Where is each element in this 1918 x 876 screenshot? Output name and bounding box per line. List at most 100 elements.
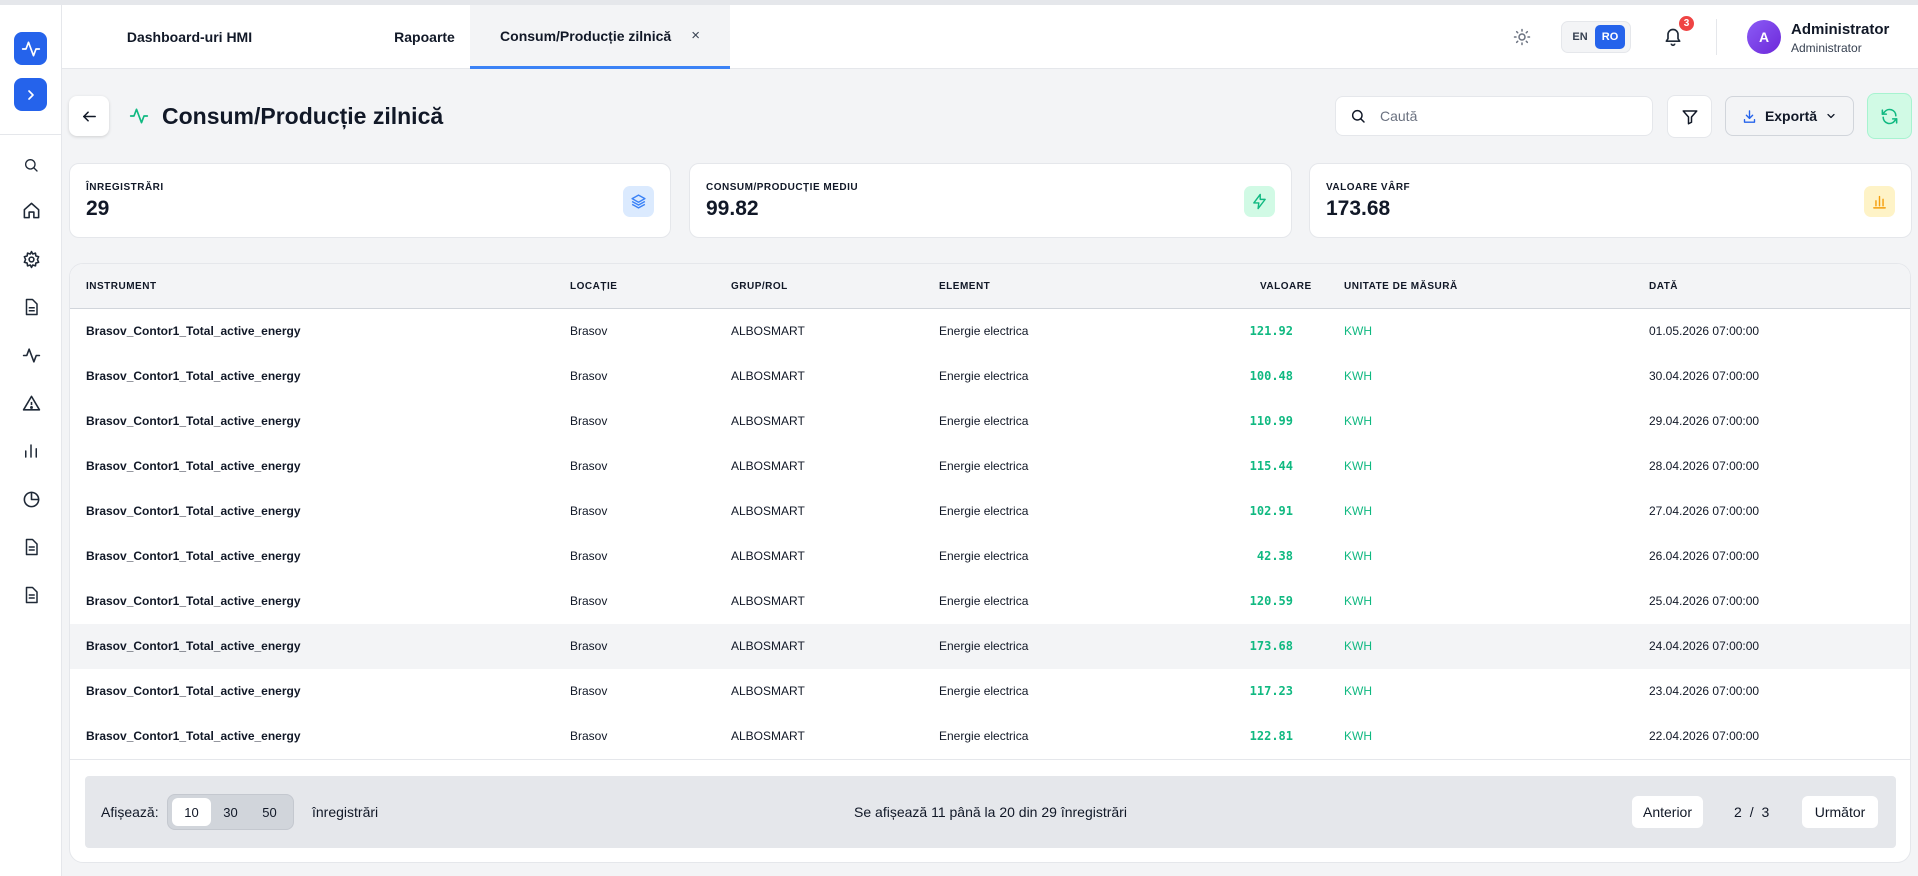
sun-icon <box>1513 28 1531 46</box>
stat-card-records: Înregistrări 29 <box>69 163 671 238</box>
previous-page-button[interactable]: Anterior <box>1631 795 1704 829</box>
bar-chart-icon <box>1864 186 1895 217</box>
cell-location: Brasov <box>570 684 608 698</box>
page-title: Consum/Producție zilnică <box>162 103 444 129</box>
notifications-button[interactable] <box>1662 26 1684 48</box>
header-divider <box>1716 19 1717 55</box>
search-icon <box>1351 109 1365 123</box>
sidebar-item-activity[interactable] <box>17 341 45 369</box>
cell-date: 25.04.2026 07:00:00 <box>1649 594 1760 608</box>
tab-dashboards[interactable]: Dashboard-uri HMI <box>62 5 317 69</box>
home-icon <box>23 202 39 218</box>
table-row[interactable]: Brasov_Contor1_Total_active_energy Brasov… <box>70 489 1910 534</box>
table-row[interactable]: Brasov_Contor1_Total_active_energy Brasov… <box>70 669 1910 714</box>
cell-group: ALBOSMART <box>731 639 805 653</box>
cell-instrument: Brasov_Contor1_Total_active_energy <box>86 504 301 518</box>
cell-element: Energie electrica <box>939 639 1029 653</box>
cell-location: Brasov <box>570 594 608 608</box>
sidebar-item-documents[interactable] <box>17 293 45 321</box>
back-button[interactable] <box>69 96 109 136</box>
avatar[interactable]: A <box>1747 20 1781 54</box>
cell-group: ALBOSMART <box>731 684 805 698</box>
app-logo[interactable] <box>14 32 47 65</box>
cell-value: 122.81 <box>1249 729 1293 743</box>
col-group[interactable]: Grup/Rol <box>731 281 788 292</box>
lang-en-button[interactable]: EN <box>1565 25 1595 49</box>
table-row[interactable]: Brasov_Contor1_Total_active_energy Brasov… <box>70 354 1910 399</box>
sidebar-item-reports-alt[interactable] <box>17 581 45 609</box>
pagination-bar: Afișează: 10 30 50 înregistrări Se afișe… <box>85 776 1896 848</box>
sidebar-item-pie-chart[interactable] <box>17 485 45 513</box>
cell-location: Brasov <box>570 639 608 653</box>
col-instrument[interactable]: Instrument <box>86 281 157 292</box>
col-element[interactable]: Element <box>939 281 990 292</box>
pie-chart-icon <box>23 491 39 507</box>
table-row[interactable]: Brasov_Contor1_Total_active_energy Brasov… <box>70 714 1910 759</box>
refresh-button[interactable] <box>1867 93 1912 139</box>
refresh-icon <box>1881 108 1898 124</box>
cell-date: 23.04.2026 07:00:00 <box>1649 684 1760 698</box>
sidebar-item-search[interactable] <box>17 151 45 179</box>
export-button[interactable]: Exportă <box>1725 96 1854 136</box>
col-location[interactable]: Locație <box>570 281 617 292</box>
sidebar-item-alerts[interactable] <box>17 389 45 417</box>
search-input[interactable] <box>1380 108 1620 124</box>
tab-label: Dashboard-uri HMI <box>126 29 253 45</box>
report-alt-icon <box>25 586 38 604</box>
sidebar-item-settings[interactable] <box>17 245 45 273</box>
cell-element: Energie electrica <box>939 459 1029 473</box>
stat-card-peak: Valoare vârf 173.68 <box>1309 163 1912 238</box>
col-value[interactable]: Valoare <box>1260 281 1312 292</box>
cell-group: ALBOSMART <box>731 549 805 563</box>
cell-group: ALBOSMART <box>731 594 805 608</box>
filter-icon <box>1682 109 1697 124</box>
tab-daily-consumption[interactable]: Consum/Producție zilnică × <box>470 5 730 69</box>
user-name: Administrator <box>1791 21 1890 38</box>
sidebar-item-home[interactable] <box>17 196 45 224</box>
pagination-info: Se afișează 11 până la 20 din 29 înregis… <box>854 804 1127 820</box>
cell-instrument: Brasov_Contor1_Total_active_energy <box>86 639 301 653</box>
stat-label: Valoare vârf <box>1326 182 1411 193</box>
col-unit[interactable]: Unitate de măsură <box>1344 281 1458 292</box>
col-date[interactable]: Dată <box>1649 281 1678 292</box>
cell-location: Brasov <box>570 324 608 338</box>
sidebar-item-charts[interactable] <box>17 437 45 465</box>
theme-toggle-button[interactable] <box>1512 27 1532 47</box>
table-row[interactable]: Brasov_Contor1_Total_active_energy Brasov… <box>70 399 1910 444</box>
expand-sidebar-button[interactable] <box>14 78 47 111</box>
filter-button[interactable] <box>1667 95 1712 138</box>
table-row[interactable]: Brasov_Contor1_Total_active_energy Brasov… <box>70 579 1910 624</box>
cell-instrument: Brasov_Contor1_Total_active_energy <box>86 414 301 428</box>
cell-value: 120.59 <box>1249 594 1293 608</box>
next-page-button[interactable]: Următor <box>1801 795 1879 829</box>
cell-unit: KWH <box>1344 549 1372 563</box>
cell-group: ALBOSMART <box>731 504 805 518</box>
activity-icon <box>22 347 40 363</box>
cell-group: ALBOSMART <box>731 729 805 743</box>
current-page: 2 <box>1734 804 1742 820</box>
cell-unit: KWH <box>1344 684 1372 698</box>
sidebar-divider <box>0 134 62 135</box>
cell-date: 26.04.2026 07:00:00 <box>1649 549 1760 563</box>
lang-ro-button[interactable]: RO <box>1595 25 1625 49</box>
export-label: Exportă <box>1764 108 1818 124</box>
cell-instrument: Brasov_Contor1_Total_active_energy <box>86 459 301 473</box>
activity-logo-icon <box>21 41 40 57</box>
cell-unit: KWH <box>1344 414 1372 428</box>
sidebar-item-reports[interactable] <box>17 533 45 561</box>
table-row[interactable]: Brasov_Contor1_Total_active_energy Brasov… <box>70 624 1910 669</box>
table-row[interactable]: Brasov_Contor1_Total_active_energy Brasov… <box>70 534 1910 579</box>
total-pages: 3 <box>1761 804 1770 820</box>
tab-label: Rapoarte <box>394 29 455 45</box>
table-row[interactable]: Brasov_Contor1_Total_active_energy Brasov… <box>70 444 1910 489</box>
close-tab-icon[interactable]: × <box>691 27 700 44</box>
cell-location: Brasov <box>570 369 608 383</box>
top-header: Dashboard-uri HMI Rapoarte Consum/Produc… <box>62 5 1918 69</box>
cell-date: 28.04.2026 07:00:00 <box>1649 459 1760 473</box>
sidebar <box>0 5 62 876</box>
download-icon <box>1743 109 1756 123</box>
search-box <box>1335 96 1653 136</box>
cell-location: Brasov <box>570 459 608 473</box>
cell-value: 102.91 <box>1249 504 1293 518</box>
table-row[interactable]: Brasov_Contor1_Total_active_energy Brasov… <box>70 309 1910 354</box>
